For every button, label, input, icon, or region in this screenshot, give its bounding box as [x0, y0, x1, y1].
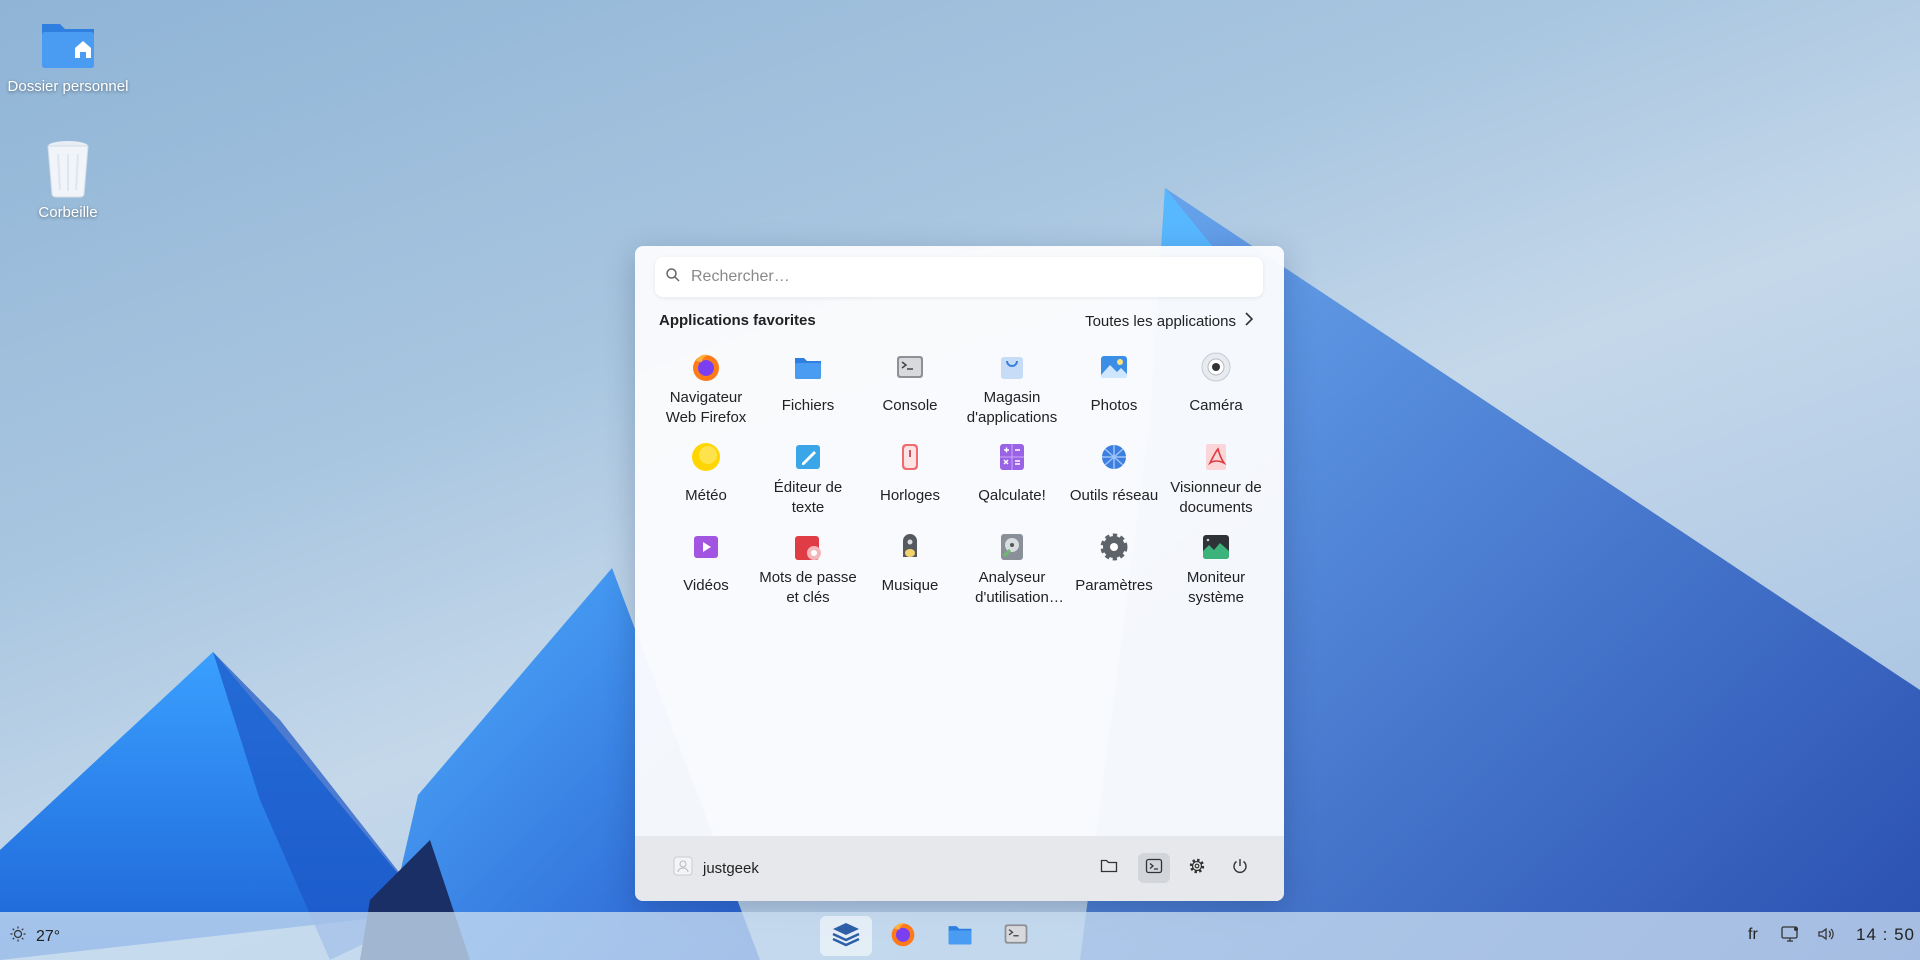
app-launcher: Applications favorites Toutes les applic… [635, 246, 1284, 901]
text-editor-icon [791, 440, 825, 474]
taskbar-firefox-button[interactable] [877, 916, 929, 956]
clock-icon [893, 440, 927, 474]
power-button[interactable] [1224, 853, 1256, 883]
music-icon [893, 530, 927, 564]
store-icon [995, 350, 1029, 384]
favorites-heading: Applications favorites [659, 312, 816, 329]
app-document-viewer[interactable]: Visionneur de documents [1165, 436, 1267, 526]
app-label: Musique [881, 577, 939, 594]
taskbar-console-button[interactable] [990, 916, 1042, 956]
files-button[interactable] [1093, 853, 1125, 883]
calculator-icon [995, 440, 1029, 474]
app-camera[interactable]: Caméra [1165, 346, 1267, 436]
power-icon [1231, 857, 1249, 880]
app-qalculate[interactable]: Qalculate! [961, 436, 1063, 526]
app-label: Qalculate! [978, 487, 1046, 504]
app-label: Horloges [879, 487, 941, 504]
app-clocks[interactable]: Horloges [859, 436, 961, 526]
camera-icon [1199, 350, 1233, 384]
launcher-footer: justgeek [635, 836, 1284, 901]
app-label: Caméra [1189, 397, 1243, 414]
taskbar-launcher-button[interactable] [820, 916, 872, 956]
terminal-icon [893, 350, 927, 384]
app-music[interactable]: Musique [859, 526, 961, 616]
gear-icon [1188, 857, 1206, 880]
folder-icon [791, 350, 825, 384]
folder-icon [945, 920, 975, 953]
sun-icon [10, 926, 26, 947]
app-network-tools[interactable]: Outils réseau [1063, 436, 1165, 526]
avatar [673, 856, 693, 880]
app-label: Moniteur système [1186, 569, 1246, 606]
document-viewer-icon [1199, 440, 1233, 474]
app-label: Éditeur de texte [773, 479, 843, 516]
app-label: Analyseur d'utilisation des disques [975, 569, 1049, 606]
username: justgeek [703, 859, 759, 877]
layers-icon [831, 920, 861, 953]
app-passwords[interactable]: Mots de passe et clés [757, 526, 859, 616]
videos-icon [689, 530, 723, 564]
app-label: Navigateur Web Firefox [665, 389, 747, 426]
passwords-icon [791, 530, 825, 564]
trash-icon [36, 136, 100, 200]
search-box[interactable] [655, 257, 1263, 297]
app-label: Météo [685, 487, 727, 504]
clock[interactable]: 14 : 50 [1856, 925, 1915, 945]
search-icon [665, 267, 681, 288]
app-store[interactable]: Magasin d'applications [961, 346, 1063, 436]
all-applications-label: Toutes les applications [1085, 312, 1236, 330]
app-text-editor[interactable]: Éditeur de texte [757, 436, 859, 526]
chevron-right-icon [1244, 312, 1254, 330]
settings-icon [1097, 530, 1131, 564]
disk-usage-icon [995, 530, 1029, 564]
home-folder-icon [36, 10, 100, 74]
photos-icon [1097, 350, 1131, 384]
desktop-icon-label: Corbeille [38, 204, 98, 221]
app-label: Photos [1090, 397, 1138, 414]
app-files[interactable]: Fichiers [757, 346, 859, 436]
folder-outline-icon [1100, 858, 1118, 879]
app-label: Outils réseau [1069, 487, 1159, 504]
search-input[interactable] [689, 267, 1233, 287]
terminal-icon [1001, 920, 1031, 953]
app-label: Console [882, 397, 938, 414]
app-videos[interactable]: Vidéos [655, 526, 757, 616]
taskbar: 27° fr 14 : 50 [0, 912, 1920, 960]
app-firefox[interactable]: Navigateur Web Firefox [655, 346, 757, 436]
taskbar-files-button[interactable] [934, 916, 986, 956]
app-label: Fichiers [781, 397, 835, 414]
all-applications-button[interactable]: Toutes les applications [1085, 312, 1254, 330]
weather-icon [689, 440, 723, 474]
firefox-icon [889, 920, 917, 953]
app-settings[interactable]: Paramètres [1063, 526, 1165, 616]
app-label: Paramètres [1075, 577, 1153, 594]
user-button[interactable]: justgeek [673, 856, 759, 880]
app-label: Visionneur de documents [1170, 479, 1262, 516]
terminal-outline-icon [1145, 858, 1163, 879]
volume-icon[interactable] [1816, 924, 1836, 949]
network-icon[interactable] [1780, 924, 1800, 949]
app-disk-usage[interactable]: Analyseur d'utilisation des disques [961, 526, 1063, 616]
desktop-icon-label: Dossier personnel [7, 78, 129, 95]
app-label: Vidéos [683, 577, 729, 594]
desktop-icon-home[interactable]: Dossier personnel [0, 10, 136, 95]
app-weather[interactable]: Météo [655, 436, 757, 526]
system-monitor-icon [1199, 530, 1233, 564]
console-button[interactable] [1138, 853, 1170, 883]
desktop-icon-trash[interactable]: Corbeille [0, 136, 136, 221]
app-console[interactable]: Console [859, 346, 961, 436]
app-label: Mots de passe et clés [759, 569, 857, 606]
temperature: 27° [36, 927, 61, 945]
favorites-grid: Navigateur Web Firefox Fichiers Console … [655, 346, 1267, 616]
weather-widget[interactable]: 27° [10, 926, 60, 947]
network-tools-icon [1097, 440, 1131, 474]
firefox-icon [689, 350, 723, 384]
keyboard-layout-indicator[interactable]: fr [1748, 926, 1758, 944]
app-system-monitor[interactable]: Moniteur système [1165, 526, 1267, 616]
settings-button[interactable] [1181, 853, 1213, 883]
app-photos[interactable]: Photos [1063, 346, 1165, 436]
app-label: Magasin d'applications [966, 389, 1058, 426]
